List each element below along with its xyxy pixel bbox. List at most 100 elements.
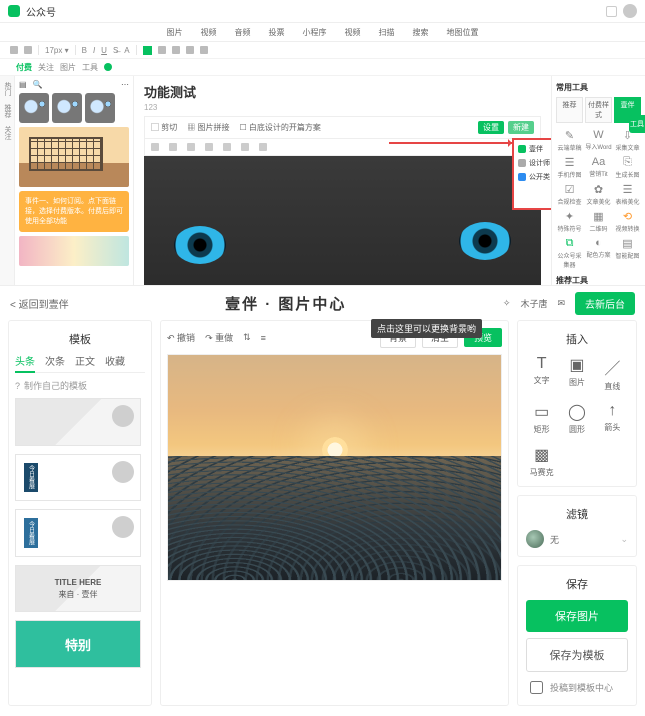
doc-title[interactable]: 功能测试 <box>144 82 541 101</box>
strike-icon[interactable]: S̶ <box>113 46 118 55</box>
redo-button[interactable]: ↷ 重做 <box>205 331 233 344</box>
tool-item[interactable]: ⟲视频转换 <box>614 210 641 233</box>
tb-merge[interactable]: ▦ 图片拼接 <box>187 122 229 133</box>
tab-headline[interactable]: 头条 <box>15 353 35 373</box>
italic-icon[interactable]: I <box>93 46 95 55</box>
tool-item[interactable]: ✿文章美化 <box>585 183 612 206</box>
layer-icon[interactable]: ≡ <box>261 333 266 343</box>
template-card[interactable]: TITLE HERE 来自 · 壹伴 <box>15 565 141 613</box>
tool-item[interactable]: ⎘生成长图 <box>614 156 641 179</box>
rotate-icon[interactable] <box>151 143 159 151</box>
mail-icon[interactable]: ✉ <box>557 298 565 309</box>
card-colorful[interactable] <box>19 236 129 266</box>
contribute-checkbox[interactable]: 投稿到模板中心 <box>526 678 628 697</box>
back-link[interactable]: < 返回到壹伴 <box>10 296 69 311</box>
tab-body[interactable]: 正文 <box>75 353 95 368</box>
tb-crop[interactable]: ▢ 剪切 <box>151 122 177 133</box>
replace-icon[interactable] <box>241 143 249 151</box>
contribute-input[interactable] <box>530 681 543 694</box>
list-icon[interactable] <box>172 46 180 54</box>
dd-item[interactable]: 壹伴 <box>529 144 543 154</box>
canvas-image[interactable] <box>167 354 502 581</box>
left-tool[interactable]: 付费 <box>16 62 32 73</box>
undo-button[interactable]: ↶ 撤销 <box>167 331 195 344</box>
tool-item[interactable]: ▦二维码 <box>585 210 612 233</box>
card-orange-info[interactable]: 事件一、如何订阅。点下面链接，选择付费版本。付费后即可使用全部功能 <box>19 191 129 232</box>
template-card[interactable] <box>15 398 141 446</box>
tool-item[interactable]: ⧉公众号采集器 <box>556 237 583 269</box>
more-format-icon[interactable] <box>200 46 208 54</box>
nav-item[interactable]: 扫描 <box>379 27 395 38</box>
tab[interactable]: 推荐 <box>556 97 583 123</box>
save-image-button[interactable]: 保存图片 <box>526 600 628 632</box>
bold-icon[interactable]: B <box>82 46 87 55</box>
tab-fav[interactable]: 收藏 <box>105 353 125 368</box>
thumb-cat[interactable] <box>85 93 115 123</box>
thumb-cat[interactable] <box>19 93 49 123</box>
filter-none[interactable]: 无 ⌄ <box>526 530 628 548</box>
tool-item[interactable]: W导入Word <box>585 129 612 152</box>
goto-backend-button[interactable]: 去新后台 <box>575 292 635 315</box>
window-icon[interactable] <box>606 6 617 17</box>
tool-item[interactable]: ☰手机传图 <box>556 156 583 179</box>
side-drawer-tab[interactable]: 工具 <box>629 115 645 133</box>
left-tool[interactable]: 关注 <box>38 62 54 73</box>
tab-secondary[interactable]: 次条 <box>45 353 65 368</box>
nav-item[interactable]: 音频 <box>235 27 251 38</box>
align-icon[interactable] <box>158 46 166 54</box>
insert-item[interactable]: ／直线 <box>597 355 628 392</box>
nav-item[interactable]: 视频 <box>201 27 217 38</box>
avatar-icon[interactable] <box>623 4 637 18</box>
underline-icon[interactable]: U <box>101 46 107 55</box>
rail-tab[interactable]: 热门 <box>2 82 12 96</box>
search-icon[interactable]: 🔍 <box>33 80 43 89</box>
save-template-button[interactable]: 保存为模板 <box>526 638 628 672</box>
redo-icon[interactable] <box>24 46 32 54</box>
indent-icon[interactable] <box>186 46 194 54</box>
user-name[interactable]: 木子唐 <box>520 297 547 310</box>
rail-tab[interactable]: 关注 <box>2 126 12 140</box>
left-tool[interactable]: 工具 <box>82 62 98 73</box>
link-icon[interactable] <box>259 143 267 151</box>
card-basketball[interactable] <box>19 127 129 187</box>
template-card[interactable]: 特别 <box>15 620 141 668</box>
thumb-cat[interactable] <box>52 93 82 123</box>
insert-item[interactable]: T文字 <box>526 355 557 392</box>
tab[interactable]: 付费样式 <box>585 97 612 123</box>
insert-item[interactable]: ▣图片 <box>561 355 592 392</box>
template-list[interactable]: 今日看展 今日看展 TITLE HERE 来自 · 壹伴 特别 <box>15 398 145 668</box>
btn-new[interactable]: 新建 <box>508 121 534 134</box>
wand-icon[interactable]: ✧ <box>503 298 511 309</box>
template-tip[interactable]: ? 制作自己的模板 <box>15 379 145 392</box>
filter-btn[interactable]: ▤ <box>19 80 27 89</box>
tool-item[interactable]: ☰表格美化 <box>614 183 641 206</box>
left-tool[interactable]: 图片 <box>60 62 76 73</box>
tool-item[interactable]: Aa营销Tit <box>585 156 612 179</box>
btn-set[interactable]: 设置 <box>478 121 504 134</box>
radius-icon[interactable] <box>223 143 231 151</box>
dd-item[interactable]: 公开类 <box>529 172 550 182</box>
tb-template[interactable]: ☐ 白底设计的开篇方案 <box>239 122 320 133</box>
border-icon[interactable] <box>187 143 195 151</box>
insert-item[interactable]: ▩马赛克 <box>526 445 557 478</box>
hero-cat-image[interactable] <box>144 156 541 285</box>
tool-item[interactable]: ✦特殊符号 <box>556 210 583 233</box>
nav-item[interactable]: 小程序 <box>303 27 327 38</box>
insert-item[interactable]: ↑箭头 <box>597 402 628 435</box>
tool-item[interactable]: ☑合规检查 <box>556 183 583 206</box>
flip-icon[interactable] <box>169 143 177 151</box>
nav-item[interactable]: 视频 <box>345 27 361 38</box>
tool-item[interactable]: ✎云端草稿 <box>556 129 583 152</box>
tool-item[interactable]: ◐配色方案 <box>585 237 612 269</box>
insert-item[interactable]: ◯圆形 <box>561 402 592 435</box>
nav-item[interactable]: 投票 <box>269 27 285 38</box>
tool-item[interactable]: ▤智能配图 <box>614 237 641 269</box>
fill-green-icon[interactable] <box>143 46 152 55</box>
shadow-icon[interactable] <box>205 143 213 151</box>
font-color-icon[interactable]: A <box>124 46 129 55</box>
template-card[interactable]: 今日看展 <box>15 509 141 557</box>
nav-item[interactable]: 搜索 <box>413 27 429 38</box>
align-icon[interactable]: ⇅ <box>243 332 251 343</box>
rail-tab[interactable]: 推荐 <box>2 104 12 118</box>
undo-icon[interactable] <box>10 46 18 54</box>
